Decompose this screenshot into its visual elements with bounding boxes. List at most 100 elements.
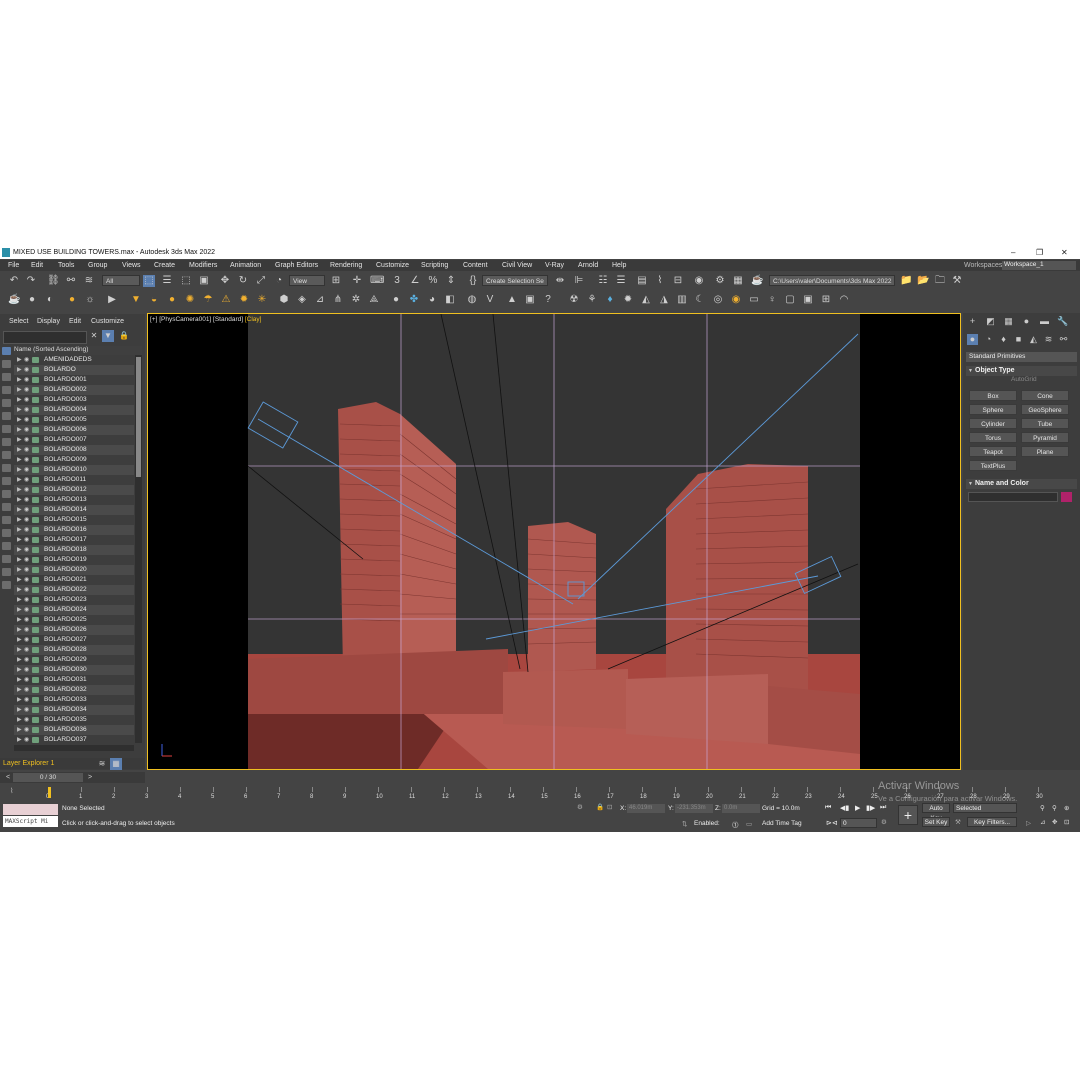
autogrid-checkbox[interactable]: AutoGrid xyxy=(1011,376,1037,383)
list-item[interactable]: ▶ ◉ BOLARDO015 xyxy=(14,515,134,525)
display-containers-icon[interactable] xyxy=(2,477,11,485)
named-selection-dropdown[interactable]: Create Selection Se xyxy=(482,275,548,286)
explorer-scrollbar[interactable] xyxy=(135,355,142,743)
rotate-icon[interactable]: ↻ xyxy=(237,275,249,287)
torus-button[interactable]: Torus xyxy=(969,432,1017,443)
visibility-eye-icon[interactable]: ◉ xyxy=(24,475,29,485)
arnold-denoise-icon[interactable]: ◎ xyxy=(712,294,724,306)
visibility-eye-icon[interactable]: ◉ xyxy=(24,685,29,695)
x-coordinate-field[interactable]: 46.019m xyxy=(627,804,665,813)
menu-file[interactable]: File xyxy=(8,262,19,269)
display-frozen-icon[interactable] xyxy=(2,490,11,498)
display-tab-icon[interactable]: ▬ xyxy=(1039,316,1050,327)
tube-button[interactable]: Tube xyxy=(1021,418,1069,429)
mirror-icon[interactable]: ⇹ xyxy=(554,275,566,287)
vray-camera-icon[interactable]: ▶ xyxy=(106,294,118,306)
display-xrefs-icon[interactable] xyxy=(2,451,11,459)
visibility-eye-icon[interactable]: ◉ xyxy=(24,715,29,725)
key-filters-button[interactable]: Key Filters... xyxy=(967,817,1017,827)
render-setup-icon[interactable]: ⚙ xyxy=(714,275,726,287)
expand-arrow-icon[interactable]: ▶ xyxy=(17,695,22,705)
list-item[interactable]: ▶ ◉ BOLARDO001 xyxy=(14,375,134,385)
visibility-eye-icon[interactable]: ◉ xyxy=(24,415,29,425)
cylinder-button[interactable]: Cylinder xyxy=(969,418,1017,429)
list-item[interactable]: ▶ ◉ BOLARDO017 xyxy=(14,535,134,545)
arnold-sun-icon[interactable]: ● xyxy=(166,294,178,306)
list-item[interactable]: ▶ ◉ BOLARDO012 xyxy=(14,485,134,495)
spinner-snap-icon[interactable]: ⇕ xyxy=(445,275,457,287)
expand-arrow-icon[interactable]: ▶ xyxy=(17,585,22,595)
expand-arrow-icon[interactable]: ▶ xyxy=(17,385,22,395)
mini-curve-editor-icon[interactable]: ⌇ xyxy=(10,787,13,795)
schematic-view-icon[interactable]: ⊟ xyxy=(672,275,684,287)
expand-arrow-icon[interactable]: ▶ xyxy=(17,435,22,445)
visibility-eye-icon[interactable]: ◉ xyxy=(24,425,29,435)
expand-arrow-icon[interactable]: ▶ xyxy=(17,635,22,645)
visibility-eye-icon[interactable]: ◉ xyxy=(24,495,29,505)
list-item[interactable]: ▶ ◉ BOLARDO019 xyxy=(14,555,134,565)
viewport-scene[interactable] xyxy=(148,314,960,769)
layers-icon[interactable]: ≋ xyxy=(96,758,108,770)
visibility-eye-icon[interactable]: ◉ xyxy=(24,585,29,595)
camera-viewport[interactable]: [+] [PhysCamera001] [Standard] [Clay] xyxy=(147,313,961,770)
vray-scatter-icon[interactable]: ✲ xyxy=(350,294,362,306)
box-button[interactable]: Box xyxy=(969,390,1017,401)
list-item[interactable]: ▶ ◉ BOLARDO034 xyxy=(14,705,134,715)
window-crossing-icon[interactable]: ▣ xyxy=(198,275,210,287)
display-all-icon[interactable] xyxy=(2,347,11,355)
list-item[interactable]: ▶ ◉ AMENIDADEDS xyxy=(14,355,134,365)
arnold-photometric-icon[interactable]: ✺ xyxy=(184,294,196,306)
modify-tab-icon[interactable]: ◩ xyxy=(985,316,996,327)
arnold-area-icon[interactable]: ⚠ xyxy=(220,294,232,306)
teapot-button[interactable]: Teapot xyxy=(969,446,1017,457)
visibility-eye-icon[interactable]: ◉ xyxy=(24,465,29,475)
visibility-eye-icon[interactable]: ◉ xyxy=(24,505,29,515)
menu-edit[interactable]: Edit xyxy=(31,262,43,269)
expand-arrow-icon[interactable]: ▶ xyxy=(17,515,22,525)
vray-fur-icon[interactable]: ⋔ xyxy=(332,294,344,306)
expand-arrow-icon[interactable]: ▶ xyxy=(17,465,22,475)
tab-display[interactable]: Display xyxy=(37,318,60,325)
arnold-log-icon[interactable]: ☾ xyxy=(694,294,706,306)
visibility-eye-icon[interactable]: ◉ xyxy=(24,455,29,465)
list-item[interactable]: ▶ ◉ BOLARDO004 xyxy=(14,405,134,415)
pivot-center-icon[interactable]: ⊞ xyxy=(330,275,342,287)
absolute-mode-icon[interactable]: ⊡ xyxy=(607,803,612,811)
render-production-icon[interactable]: ☕ xyxy=(751,275,763,287)
maxscript-listener-output[interactable] xyxy=(3,804,58,815)
expand-arrow-icon[interactable]: ▶ xyxy=(17,665,22,675)
primitive-category-dropdown[interactable]: Standard Primitives xyxy=(966,352,1077,362)
display-groups-icon[interactable] xyxy=(2,438,11,446)
list-item[interactable]: ▶ ◉ BOLARDO008 xyxy=(14,445,134,455)
visibility-eye-icon[interactable]: ◉ xyxy=(24,525,29,535)
adaptive-degradation-icon[interactable]: ⇅ xyxy=(682,820,687,828)
viewport-layout-icon[interactable]: ▢ xyxy=(784,294,796,306)
redo-icon[interactable]: ↷ xyxy=(25,275,37,287)
select-none-icon[interactable] xyxy=(2,568,11,576)
time-slider[interactable] xyxy=(48,787,51,798)
browse-folder-icon[interactable]: 🗀 xyxy=(934,275,946,287)
display-influences-icon[interactable] xyxy=(2,529,11,537)
object-name-field[interactable] xyxy=(968,492,1058,502)
grid-toggle-icon[interactable]: ⊞ xyxy=(820,294,832,306)
list-item[interactable]: ▶ ◉ BOLARDO025 xyxy=(14,615,134,625)
expand-arrow-icon[interactable]: ▶ xyxy=(17,495,22,505)
light-bulb-icon[interactable]: ♀ xyxy=(766,294,778,306)
expand-arrow-icon[interactable]: ▶ xyxy=(17,505,22,515)
arnold-mesh-light-icon[interactable]: ✳ xyxy=(256,294,268,306)
toggle-ribbon-icon[interactable]: ▤ xyxy=(636,275,648,287)
visibility-eye-icon[interactable]: ◉ xyxy=(24,645,29,655)
hierarchy-tab-icon[interactable]: ▦ xyxy=(1003,316,1014,327)
plane-button[interactable]: Plane xyxy=(1021,446,1069,457)
menu-graph-editors[interactable]: Graph Editors xyxy=(275,262,318,269)
menu-rendering[interactable]: Rendering xyxy=(330,262,362,269)
display-shapes-icon[interactable] xyxy=(2,373,11,381)
snaps-toggle-icon[interactable]: 3 xyxy=(391,275,403,287)
list-item[interactable]: ▶ ◉ BOLARDO022 xyxy=(14,585,134,595)
link-icon[interactable]: ⛓ xyxy=(47,275,60,287)
expand-arrow-icon[interactable]: ▶ xyxy=(17,425,22,435)
display-bones-icon[interactable] xyxy=(2,464,11,472)
menu-arnold[interactable]: Arnold xyxy=(578,262,598,269)
arnold-settings-icon[interactable]: ✹ xyxy=(622,294,634,306)
explorer-toggle-icon[interactable]: ▦ xyxy=(110,758,122,770)
